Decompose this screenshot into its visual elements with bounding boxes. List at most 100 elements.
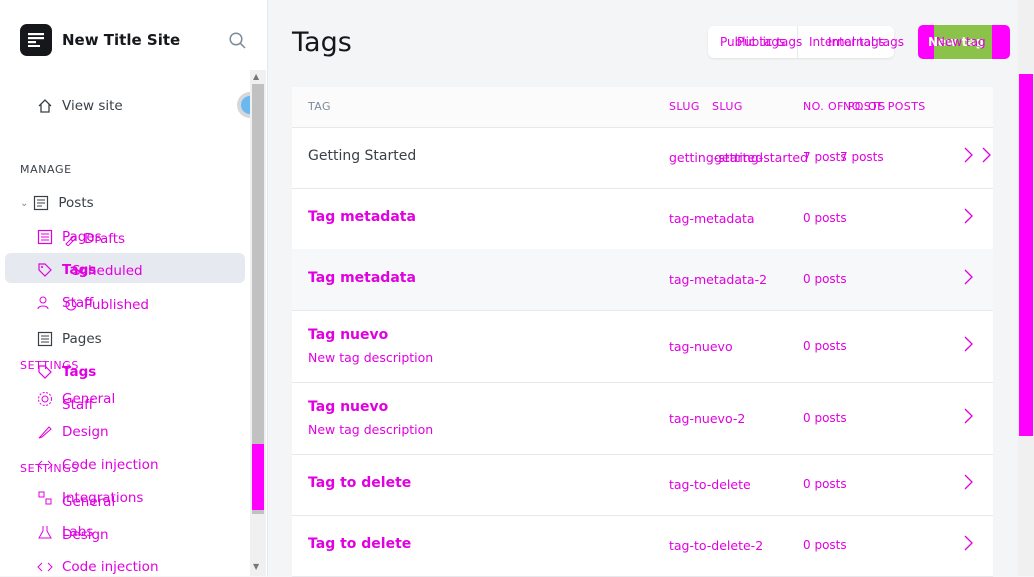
post-count[interactable]: 0 posts xyxy=(803,211,847,225)
sidebar-item-label: Posts xyxy=(58,195,94,211)
tag-name[interactable]: Tag metadata xyxy=(308,209,416,225)
home-icon xyxy=(36,97,54,115)
integrations-icon xyxy=(36,489,54,507)
tag-description: New tag description xyxy=(308,350,434,365)
drafts-icon xyxy=(62,230,80,248)
sidebar-item-label: Published xyxy=(84,297,149,313)
chevron-down-icon[interactable]: ⌄ xyxy=(20,198,28,209)
view-site-link[interactable]: View site xyxy=(36,97,123,115)
chevron-right-icon[interactable] xyxy=(963,147,973,167)
tab-public-tags-overlay[interactable]: Public tags xyxy=(737,35,802,49)
sidebar-item-code-injection-2[interactable]: Code injection xyxy=(36,558,159,576)
table-row[interactable]: Tag metadata tag-metadata-2 0 posts xyxy=(292,249,993,311)
col-posts-overlay: NO. OF POSTS xyxy=(843,100,926,113)
sidebar-item-general-2[interactable]: General xyxy=(62,494,115,510)
sidebar-item-pages-2[interactable]: Pages xyxy=(36,330,102,348)
staff-icon xyxy=(36,294,54,312)
sidebar-item-label: Drafts xyxy=(84,231,126,247)
brand[interactable]: New Title Site xyxy=(20,24,180,56)
sidebar-item-published[interactable]: Published xyxy=(62,296,149,314)
sidebar-item-staff-2[interactable]: Staff xyxy=(62,397,93,413)
col-slug-overlay: SLUG xyxy=(712,100,743,113)
tag-name[interactable]: Tag metadata xyxy=(308,270,416,286)
gear-icon xyxy=(36,390,54,408)
tag-name[interactable]: Tag to delete xyxy=(308,475,411,491)
sidebar-scrollbar[interactable]: ▲ ▼ xyxy=(250,70,266,576)
tags-table: TAG SLUG SLUG NO. OF POSTS NO. OF POSTS … xyxy=(292,87,993,577)
tag-slug: tag-nuevo xyxy=(669,339,733,354)
page-title: Tags xyxy=(292,27,352,58)
labs-icon xyxy=(36,523,54,541)
post-count[interactable]: 0 posts xyxy=(803,411,847,425)
sidebar-item-scheduled[interactable]: Scheduled xyxy=(72,263,143,279)
post-count[interactable]: 0 posts xyxy=(803,538,847,552)
sidebar-item-label: General xyxy=(62,494,116,510)
sidebar-item-posts[interactable]: ⌄ Posts xyxy=(20,194,94,212)
brush-icon xyxy=(36,423,54,441)
post-count[interactable]: 0 posts xyxy=(803,272,847,286)
col-tag: TAG xyxy=(308,100,331,113)
tag-icon xyxy=(36,363,54,381)
view-site-label: View site xyxy=(62,98,123,114)
post-count-overlay[interactable]: 7 posts xyxy=(840,150,884,164)
chevron-right-icon[interactable] xyxy=(963,408,973,428)
col-slug: SLUG xyxy=(669,100,700,113)
post-count[interactable]: 0 posts xyxy=(803,339,847,353)
chevron-right-icon[interactable] xyxy=(963,269,973,289)
table-row[interactable]: Getting Started getting-started getting-… xyxy=(292,127,993,189)
search-icon[interactable] xyxy=(229,32,246,53)
sidebar-scrollbar-overlay xyxy=(252,444,264,510)
tag-name[interactable]: Tag to delete xyxy=(308,536,411,552)
pages-icon xyxy=(36,330,54,348)
sidebar-item-drafts[interactable]: Drafts xyxy=(62,230,125,248)
main-scrollbar[interactable] xyxy=(1018,0,1034,576)
tag-slug: tag-to-delete xyxy=(669,477,751,492)
new-tag-button[interactable]: New tag New tag xyxy=(918,25,1010,59)
table-row[interactable]: Tag to delete tag-to-delete-2 0 posts xyxy=(292,515,993,577)
tag-slug: tag-metadata xyxy=(669,211,755,226)
tab-internal-tags-overlay[interactable]: Internal tags xyxy=(828,35,904,49)
sidebar-item-label: Code injection xyxy=(62,559,159,575)
new-tag-label-overlay: New tag xyxy=(936,35,986,49)
tag-slug: tag-to-delete-2 xyxy=(669,538,764,553)
tag-slug: tag-metadata-2 xyxy=(669,272,768,287)
post-count[interactable]: 0 posts xyxy=(803,477,847,491)
sidebar-item-label: Pages xyxy=(62,331,102,347)
sidebar-item-label: Design xyxy=(62,424,109,440)
scroll-down-icon[interactable]: ▼ xyxy=(253,562,259,571)
tag-slug-overlay: getting-started xyxy=(714,150,809,165)
chevron-right-icon[interactable] xyxy=(963,474,973,494)
sidebar-item-tags-2[interactable]: Tags xyxy=(36,363,96,381)
chevron-right-icon[interactable] xyxy=(963,535,973,555)
sidebar-item-label: Code injection xyxy=(62,457,159,473)
chevron-right-icon[interactable] xyxy=(963,336,973,356)
posts-icon xyxy=(32,194,50,212)
sidebar-item-design[interactable]: Design xyxy=(36,423,109,441)
table-row[interactable]: Tag to delete tag-to-delete 0 posts xyxy=(292,454,993,516)
sidebar-item-label: Tags xyxy=(62,364,97,380)
sidebar-item-code-injection[interactable]: Code injection xyxy=(36,456,159,474)
chevron-right-icon[interactable] xyxy=(981,147,991,167)
pages-icon xyxy=(36,228,54,246)
tag-name[interactable]: Getting Started xyxy=(308,148,416,164)
main-scrollbar-thumb[interactable] xyxy=(1019,74,1033,436)
section-manage: MANAGE xyxy=(20,163,72,176)
published-icon xyxy=(62,296,80,314)
tag-description: New tag description xyxy=(308,422,434,437)
tag-name[interactable]: Tag nuevo xyxy=(308,327,388,343)
code-icon xyxy=(36,456,54,474)
table-row[interactable]: Tag nuevo New tag description tag-nuevo … xyxy=(292,310,993,383)
table-row[interactable]: Tag metadata tag-metadata 0 posts xyxy=(292,188,993,250)
tag-slug: tag-nuevo-2 xyxy=(669,411,746,426)
tag-icon xyxy=(36,261,54,279)
table-header: TAG SLUG SLUG NO. OF POSTS NO. OF POSTS xyxy=(292,87,993,128)
sidebar-item-label: Scheduled xyxy=(72,263,143,279)
site-logo-icon xyxy=(20,24,52,56)
chevron-right-icon[interactable] xyxy=(963,208,973,228)
tag-name[interactable]: Tag nuevo xyxy=(308,399,388,415)
site-title: New Title Site xyxy=(62,31,181,49)
sidebar-item-design-2[interactable]: Design xyxy=(62,527,109,543)
scroll-up-icon[interactable]: ▲ xyxy=(253,72,259,81)
table-row[interactable]: Tag nuevo New tag description tag-nuevo-… xyxy=(292,382,993,455)
sidebar-item-label: Design xyxy=(62,527,109,543)
